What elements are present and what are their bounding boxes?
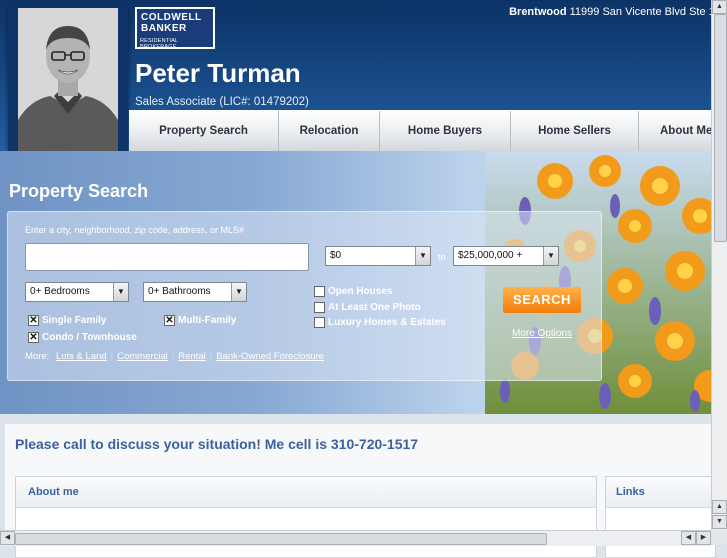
search-panel: Enter a city, neighborhood, zip code, ad…: [7, 211, 602, 381]
search-button[interactable]: SEARCH: [503, 287, 581, 313]
call-message: Please call to discuss your situation! M…: [15, 436, 419, 452]
price-min-value: $0: [330, 250, 342, 261]
one-photo-label[interactable]: At Least One Photo: [328, 302, 421, 313]
one-photo-checkbox[interactable]: [314, 302, 325, 313]
nav-home-buyers[interactable]: Home Buyers: [380, 111, 511, 152]
main-nav: Property Search Relocation Home Buyers H…: [129, 110, 727, 153]
logo-line2: BANKER: [141, 23, 187, 34]
chevron-down-icon: ▼: [113, 283, 128, 301]
bank-owned-foreclosure-link[interactable]: Bank-Owned Foreclosure: [216, 351, 324, 362]
coldwell-banker-logo[interactable]: COLDWELL BANKER RESIDENTIAL BROKERAGE: [135, 7, 215, 50]
agent-name: Peter Turman: [135, 58, 301, 88]
scroll-down-icon[interactable]: ▼: [712, 515, 727, 529]
horizontal-scrollbar[interactable]: ◀ ◀ ▶: [0, 530, 711, 546]
horizontal-scroll-thumb[interactable]: [15, 533, 547, 545]
about-me-title: About me: [28, 486, 79, 498]
nav-home-sellers[interactable]: Home Sellers: [511, 111, 639, 152]
office-city: Brentwood: [509, 6, 567, 18]
single-family-checkbox[interactable]: ✕: [28, 315, 39, 326]
scroll-left-icon[interactable]: ◀: [0, 531, 15, 545]
chevron-down-icon: ▼: [231, 283, 246, 301]
scrollbar-corner: [711, 530, 727, 545]
more-options-link[interactable]: More Options: [512, 328, 572, 339]
office-street: 11999 San Vicente Blvd Ste 100: [569, 6, 727, 18]
nav-relocation[interactable]: Relocation: [279, 111, 380, 152]
bathrooms-select[interactable]: 0+ Bathrooms ▼: [143, 282, 247, 302]
property-search-heading: Property Search: [9, 181, 149, 201]
lots-land-link[interactable]: Lots & Land: [56, 351, 107, 362]
price-max-value: $25,000,000 +: [458, 250, 523, 261]
search-input[interactable]: [25, 243, 309, 271]
luxury-homes-label[interactable]: Luxury Homes & Estates: [328, 317, 446, 328]
more-links-row: More: Lots & Land | Commercial | Rental | Bank…: [25, 351, 324, 362]
more-label: More:: [25, 351, 50, 362]
scroll-up-icon[interactable]: ▲: [712, 500, 727, 514]
luxury-homes-checkbox[interactable]: [314, 317, 325, 328]
search-input-label: Enter a city, neighborhood, zip code, ad…: [25, 225, 244, 235]
scroll-up-icon[interactable]: ▲: [712, 0, 727, 14]
bedrooms-select[interactable]: 0+ Bedrooms ▼: [25, 282, 129, 302]
single-family-label[interactable]: Single Family: [42, 315, 106, 326]
about-me-header: About me: [16, 477, 596, 508]
agent-title: Sales Associate (LIC#: 01479202): [135, 96, 309, 108]
hero-banner: Property Search Enter a city, neighborho…: [0, 151, 727, 414]
chevron-down-icon: ▼: [543, 247, 558, 265]
bedrooms-value: 0+ Bedrooms: [30, 286, 90, 297]
call-panel: Please call to discuss your situation! M…: [5, 424, 716, 558]
links-header: Links: [606, 477, 715, 508]
condo-townhouse-checkbox[interactable]: ✕: [28, 332, 39, 343]
vertical-scrollbar[interactable]: ▲ ▲ ▼: [711, 0, 727, 530]
scroll-left-icon[interactable]: ◀: [681, 531, 696, 545]
price-to-label: to: [438, 252, 446, 262]
nav-property-search[interactable]: Property Search: [129, 111, 279, 152]
multi-family-checkbox[interactable]: ✕: [164, 315, 175, 326]
price-max-select[interactable]: $25,000,000 + ▼: [453, 246, 559, 266]
scroll-right-icon[interactable]: ▶: [696, 531, 711, 545]
commercial-link[interactable]: Commercial: [117, 351, 168, 362]
office-address: Brentwood 11999 San Vicente Blvd Ste 100: [509, 6, 727, 18]
condo-townhouse-label[interactable]: Condo / Townhouse: [42, 332, 137, 343]
chevron-down-icon: ▼: [415, 247, 430, 265]
links-title: Links: [616, 486, 645, 498]
vertical-scroll-thumb[interactable]: [714, 14, 727, 242]
open-houses-checkbox[interactable]: [314, 286, 325, 297]
bathrooms-value: 0+ Bathrooms: [148, 286, 211, 297]
agent-photo: [18, 8, 118, 154]
main-content: Please call to discuss your situation! M…: [0, 414, 727, 558]
price-min-select[interactable]: $0 ▼: [325, 246, 431, 266]
agent-photo-frame: [8, 6, 128, 158]
logo-line1: COLDWELL: [141, 12, 202, 23]
open-houses-label[interactable]: Open Houses: [328, 286, 392, 297]
rental-link[interactable]: Rental: [178, 351, 205, 362]
logo-line3: RESIDENTIAL BROKERAGE: [140, 38, 179, 50]
multi-family-label[interactable]: Multi-Family: [178, 315, 236, 326]
